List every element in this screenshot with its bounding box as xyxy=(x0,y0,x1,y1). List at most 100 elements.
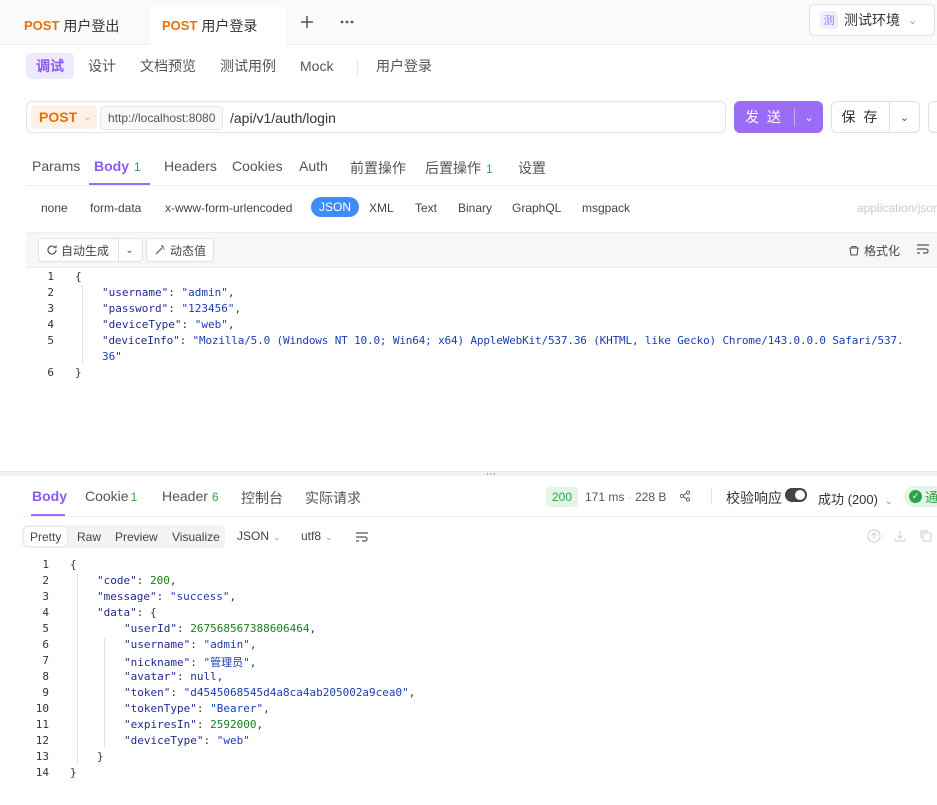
wrap-lines-icon[interactable] xyxy=(916,243,930,258)
response-tab-actual-request[interactable]: 实际请求 xyxy=(305,488,361,508)
dynamic-label: 动态值 xyxy=(170,243,207,258)
chevron-down-icon[interactable]: ⌄ xyxy=(795,111,823,124)
tab-pre-processors[interactable]: 前置操作 xyxy=(350,158,406,178)
pass-badge[interactable]: ✓ 通 xyxy=(904,486,937,507)
response-tab-body[interactable]: Body xyxy=(32,488,67,504)
line-number: 1 xyxy=(47,270,54,283)
format-icon xyxy=(849,245,859,256)
request-tab-logout[interactable]: POST 用户登出 xyxy=(12,6,131,45)
json-key: expiresIn xyxy=(130,718,191,731)
request-tab-login[interactable]: POST 用户登录 xyxy=(150,6,286,45)
download-icon[interactable] xyxy=(893,529,907,546)
validate-toggle[interactable] xyxy=(785,488,807,502)
response-tab-cookie[interactable]: Cookie 1 xyxy=(85,488,137,504)
code-line: "expiresIn": 2592000, xyxy=(124,718,264,731)
result-status[interactable]: 成功 (200) ⌄ xyxy=(818,489,893,508)
view-raw[interactable]: Raw xyxy=(71,527,107,546)
more-tabs-icon[interactable] xyxy=(337,12,357,32)
result-label: 成功 (200) xyxy=(818,492,878,507)
view-pretty[interactable]: Pretty xyxy=(24,527,68,546)
response-tab-console[interactable]: 控制台 xyxy=(241,488,283,508)
auto-generate-button[interactable]: 自动生成 ⌄ xyxy=(38,238,143,262)
format-select[interactable]: JSON ⌄ xyxy=(237,529,281,543)
body-type-urlencoded[interactable]: x-www-form-urlencoded xyxy=(165,201,292,215)
chevron-down-icon: ⌄ xyxy=(908,14,918,27)
more-actions-button[interactable] xyxy=(928,101,937,133)
code-line: "token": "d4545068545d4a8ca4ab205002a9ce… xyxy=(124,686,416,699)
view-preview[interactable]: Preview xyxy=(109,527,164,546)
env-label: 测试环境 xyxy=(844,12,900,28)
chevron-down-icon: ⌄ xyxy=(273,532,281,542)
body-type-form-data[interactable]: form-data xyxy=(90,201,141,215)
body-type-json[interactable]: JSON xyxy=(311,197,360,217)
indent-guide xyxy=(82,285,83,363)
code-line: "deviceType": "web", xyxy=(102,318,235,331)
tab-title: 用户登出 xyxy=(63,17,120,34)
copy-icon[interactable] xyxy=(919,529,933,546)
body-type-text[interactable]: Text xyxy=(415,201,437,215)
tab-cookies[interactable]: Cookies xyxy=(232,158,283,174)
code-line-wrap: 36" xyxy=(102,350,122,363)
dynamic-value-button[interactable]: 动态值 xyxy=(146,238,215,262)
share-icon[interactable] xyxy=(679,490,691,505)
code-line: "message": "success", xyxy=(97,590,237,603)
body-type-xml[interactable]: XML xyxy=(369,201,394,215)
line-number: 4 xyxy=(47,318,54,331)
tab-settings[interactable]: 设置 xyxy=(518,158,546,178)
json-key: code xyxy=(103,574,131,587)
indent-guide xyxy=(77,574,78,764)
format-value: JSON xyxy=(237,529,270,543)
json-string: 123456 xyxy=(188,302,228,315)
url-path-input[interactable]: /api/v1/auth/login xyxy=(230,110,336,126)
chevron-down-icon[interactable]: ⌄ xyxy=(890,111,919,124)
tab-label: Body xyxy=(32,488,67,504)
body-type-msgpack[interactable]: msgpack xyxy=(582,201,630,215)
send-button[interactable]: 发 送 ⌄ xyxy=(734,101,823,133)
view-visualize[interactable]: Visualize xyxy=(166,527,226,546)
mode-tab-design[interactable]: 设计 xyxy=(78,53,126,79)
tab-params[interactable]: Params xyxy=(32,158,80,174)
chevron-down-icon[interactable]: ⌄ xyxy=(118,239,140,261)
encoding-select[interactable]: utf8 ⌄ xyxy=(301,529,333,543)
status-badge: 200 xyxy=(546,487,579,507)
refresh-icon xyxy=(47,245,57,255)
body-type-none[interactable]: none xyxy=(41,201,68,215)
tab-headers[interactable]: Headers xyxy=(164,158,217,174)
wrap-lines-icon[interactable] xyxy=(355,531,369,546)
mode-tab-test-cases[interactable]: 测试用例 xyxy=(210,53,286,79)
mode-tab-mock[interactable]: Mock xyxy=(290,53,343,79)
method-select[interactable]: POST ⌄ xyxy=(31,105,97,129)
json-key: deviceType xyxy=(108,318,175,331)
json-key: data xyxy=(103,606,131,619)
line-number: 1 xyxy=(42,558,49,571)
body-type-binary[interactable]: Binary xyxy=(458,201,492,215)
line-number: 11 xyxy=(35,718,49,731)
response-tab-header[interactable]: Header 6 xyxy=(162,488,219,504)
endpoint-name: 用户登录 xyxy=(376,58,432,74)
tab-label: Auth xyxy=(299,158,328,174)
code-line: "tokenType": "Bearer", xyxy=(124,702,270,715)
format-button[interactable]: 格式化 xyxy=(848,242,900,259)
body-type-graphql[interactable]: GraphQL xyxy=(512,201,561,215)
divider xyxy=(22,516,937,517)
mode-tab-doc-preview[interactable]: 文档预览 xyxy=(130,53,206,79)
tab-label: 设置 xyxy=(518,160,546,176)
drag-handle-icon[interactable]: ⋯ xyxy=(486,469,497,480)
line-number: 5 xyxy=(47,334,54,347)
environment-select[interactable]: 测 测试环境 ⌄ xyxy=(809,4,935,36)
tab-post-processors[interactable]: 后置操作 1 xyxy=(425,158,493,178)
save-button[interactable]: 保 存 ⌄ xyxy=(831,101,920,133)
base-url-chip[interactable]: http://localhost:8080 xyxy=(100,106,224,130)
tab-body[interactable]: Body 1 xyxy=(94,158,141,174)
scroll-top-icon[interactable] xyxy=(867,529,881,546)
mode-tab-debug[interactable]: 调试 xyxy=(26,53,74,79)
panel-splitter[interactable] xyxy=(0,471,937,476)
json-string: admin xyxy=(210,638,244,651)
line-number: 3 xyxy=(47,302,54,315)
add-tab-icon[interactable] xyxy=(297,12,317,32)
tab-auth[interactable]: Auth xyxy=(299,158,328,174)
json-key: deviceInfo xyxy=(108,334,174,347)
json-key: tokenType xyxy=(130,702,191,715)
json-key: userId xyxy=(130,622,171,635)
separator-dot: · xyxy=(628,490,632,504)
